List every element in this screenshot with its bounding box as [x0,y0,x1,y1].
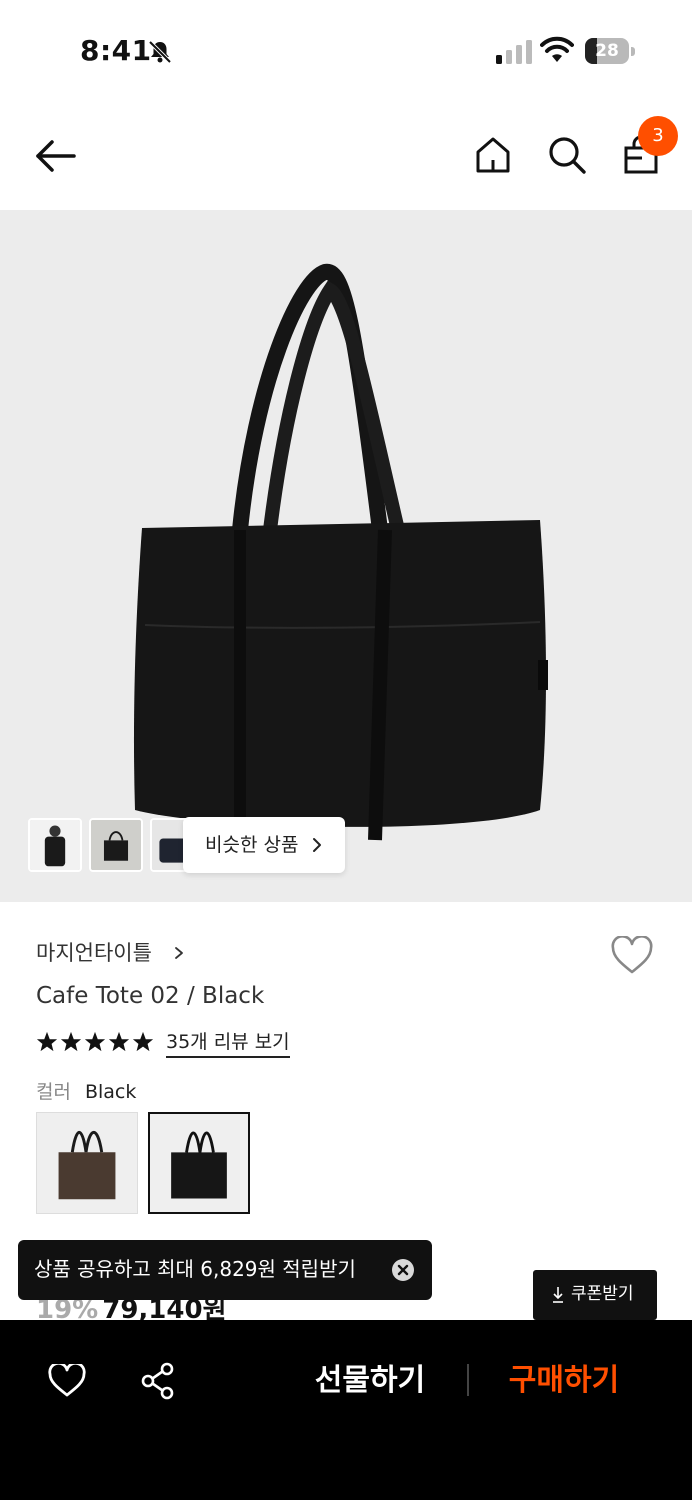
coupon-label: 쿠폰받기 [571,1284,634,1304]
share-icon[interactable] [140,1362,176,1400]
star-icon [60,1031,82,1052]
coupon-download-button[interactable]: 쿠폰받기 [533,1270,657,1320]
star-icon [36,1031,58,1052]
buy-button[interactable]: 구매하기 [494,1350,634,1412]
gift-button[interactable]: 선물하기 [300,1350,440,1412]
bottom-action-bar: 선물하기 구매하기 [0,1320,692,1500]
toast-text: 상품 공유하고 최대 6,829원 적립받기 [34,1257,356,1281]
thumbnail-model[interactable] [28,818,82,872]
color-label: 컬러 [36,1081,71,1103]
header: 3 [0,100,692,210]
color-value: Black [84,1081,137,1103]
search-icon[interactable] [546,134,588,176]
review-link[interactable]: 35개 리뷰 보기 [166,1028,290,1058]
color-swatch-brown[interactable] [36,1112,138,1214]
home-icon[interactable] [472,134,514,176]
product-photo [133,263,548,841]
close-icon[interactable] [391,1258,415,1282]
product-name: Cafe Tote 02 / Black [36,983,265,1009]
signal-icon [496,40,532,64]
product-image[interactable]: 비슷한 상품 [0,210,692,902]
brand-link[interactable]: 마지언타이틀 [36,938,183,968]
bell-slash-icon [148,40,172,64]
star-icon [108,1031,130,1052]
color-swatch-black[interactable] [148,1112,250,1214]
similar-products-button[interactable]: 비슷한 상품 [183,817,345,873]
similar-products-label: 비슷한 상품 [205,834,299,856]
star-icon [132,1031,154,1052]
heart-icon[interactable] [48,1364,86,1398]
star-icon [84,1031,106,1052]
status-time: 8:41 [80,34,152,67]
chevron-right-icon [313,838,321,852]
wifi-icon [540,36,574,62]
cart-count-badge: 3 [638,116,678,156]
color-row: 컬러 Black [36,1078,136,1106]
back-arrow-icon[interactable] [34,138,78,174]
status-bar: 8:41 28 [0,0,692,100]
battery-level: 28 [595,41,619,61]
battery-indicator: 28 [585,38,635,64]
thumbnail-bag-front[interactable] [89,818,143,872]
gift-label: 선물하기 [314,1363,426,1398]
brand-name: 마지언타이틀 [36,941,152,965]
download-icon [553,1287,563,1303]
chevron-right-icon [175,947,183,959]
buy-label: 구매하기 [508,1363,620,1398]
share-reward-toast[interactable]: 상품 공유하고 최대 6,829원 적립받기 [18,1240,432,1300]
divider [467,1364,469,1396]
heart-icon[interactable] [610,936,654,976]
